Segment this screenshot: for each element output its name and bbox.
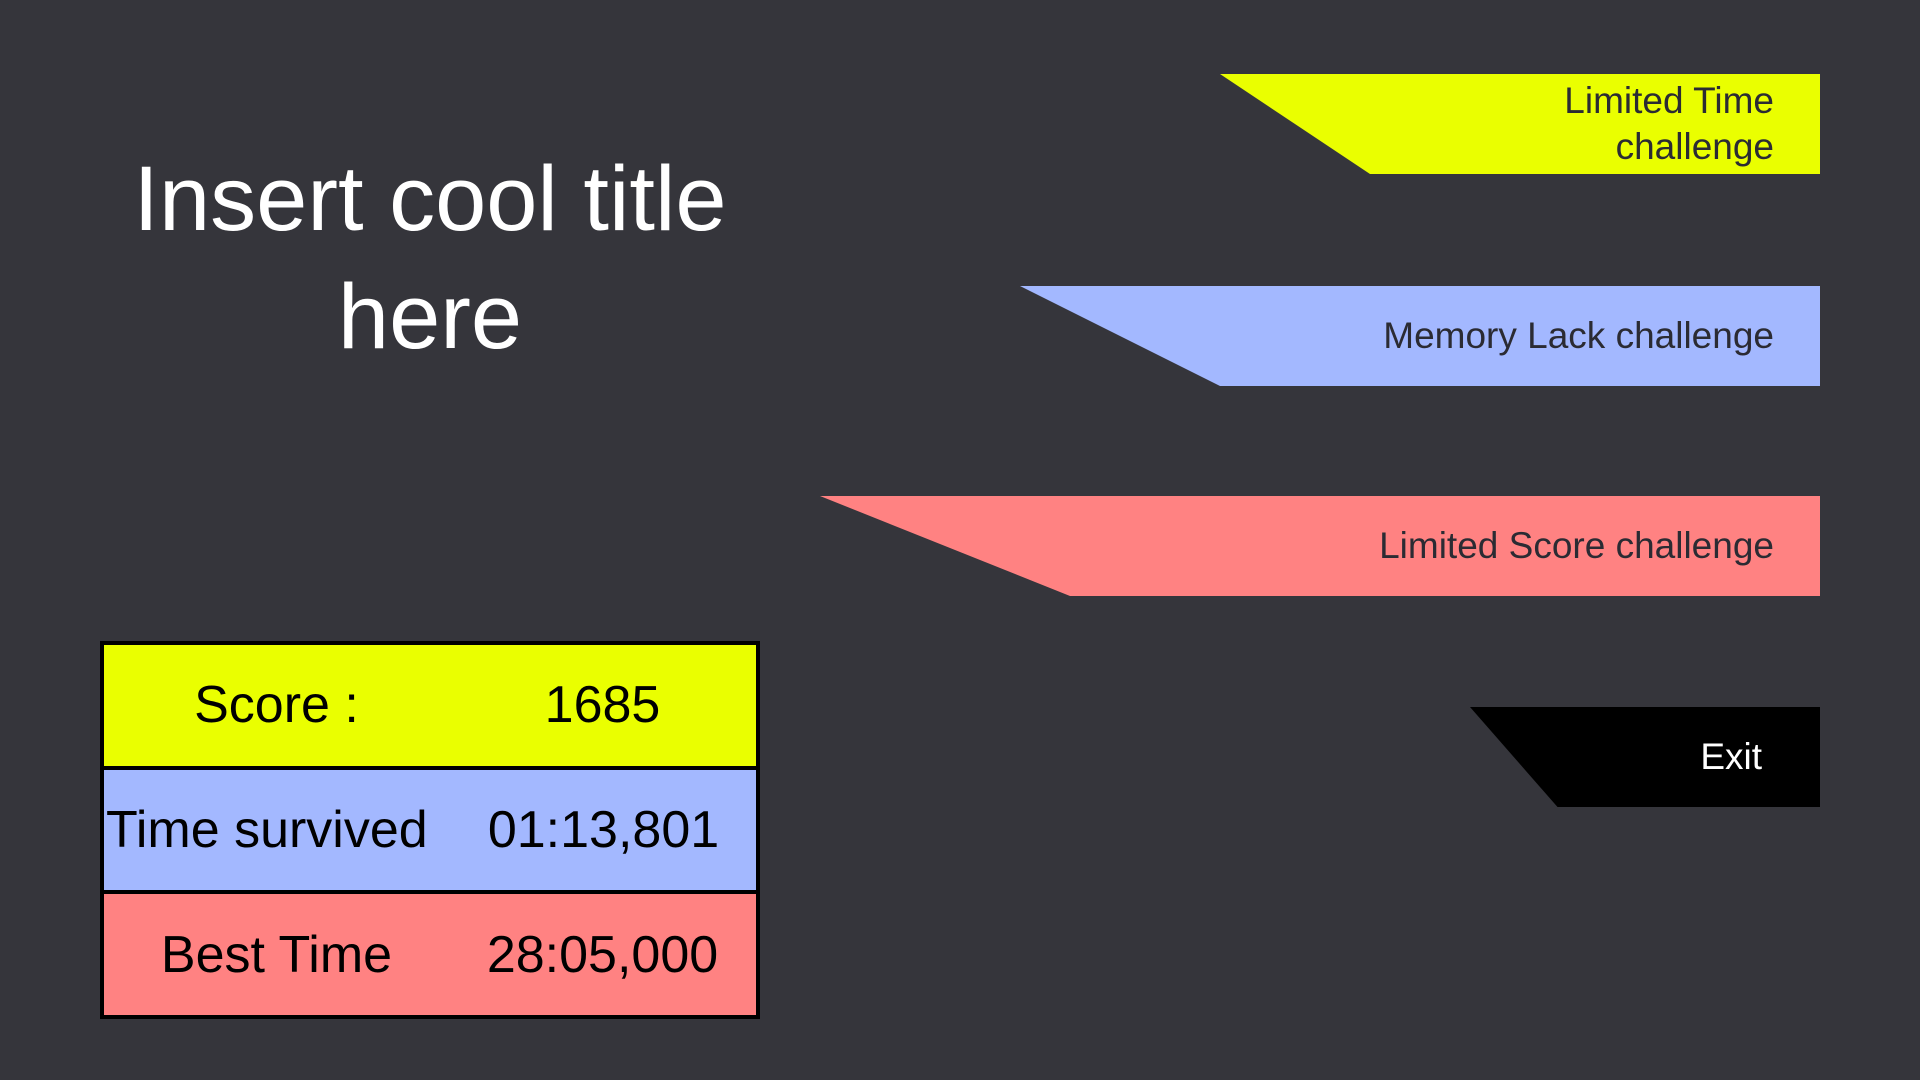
exit-button[interactable]: Exit — [1470, 707, 1820, 807]
memory-lack-challenge-button[interactable]: Memory Lack challenge — [1020, 286, 1820, 386]
exit-label: Exit — [1700, 736, 1762, 777]
game-title: Insert cool title here — [133, 148, 727, 368]
time-survived-value: 01:13,801 — [487, 801, 720, 859]
limited-score-challenge-button[interactable]: Limited Score challenge — [820, 496, 1820, 596]
limited-score-challenge-label: Limited Score challenge — [1379, 525, 1774, 566]
best-time-row: Best Time 28:05,000 — [104, 894, 756, 1016]
score-value: 1685 — [544, 676, 661, 735]
limited-time-challenge-label: Limited Time challenge — [1564, 80, 1774, 167]
time-survived-row: Time survived 01:13,801 — [104, 769, 756, 891]
memory-lack-challenge-label: Memory Lack challenge — [1383, 315, 1774, 356]
best-time-value: 28:05,000 — [486, 925, 719, 984]
time-survived-label: Time survived — [106, 801, 428, 859]
stats-panel: Score : 1685 Time survived 01:13,801 Bes… — [100, 641, 760, 1019]
score-row: Score : 1685 — [104, 645, 756, 766]
best-time-label: Best Time — [160, 925, 393, 984]
limited-time-challenge-button[interactable]: Limited Time challenge — [1220, 74, 1820, 174]
score-label: Score : — [194, 676, 359, 735]
